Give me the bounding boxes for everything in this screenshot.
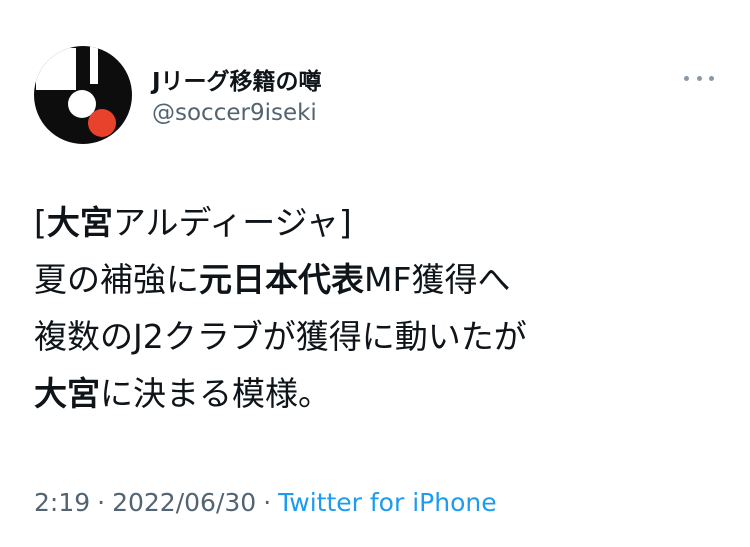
tweet-meta: 2:19 · 2022/06/30 · Twitter for iPhone xyxy=(34,488,497,517)
dot xyxy=(709,75,714,81)
tweet-line-1: [大宮アルディージャ] xyxy=(34,194,724,251)
separator: · xyxy=(263,488,272,517)
dot xyxy=(696,75,702,81)
text-span: MF獲得へ xyxy=(364,260,511,299)
separator: · xyxy=(97,488,106,517)
tweet-line-2: 夏の補強に元日本代表MF獲得へ xyxy=(34,251,724,308)
tweet-text: [大宮アルディージャ] 夏の補強に元日本代表MF獲得へ 複数のJ2クラブが獲得に… xyxy=(34,194,724,422)
bold-text: 大宮 xyxy=(34,374,100,413)
more-options-icon[interactable] xyxy=(684,70,714,86)
bold-text: 元日本代表 xyxy=(199,260,364,299)
text-span: に決まる模様。 xyxy=(100,374,331,413)
text-span: 夏の補強に xyxy=(34,260,199,299)
avatar[interactable] xyxy=(34,46,132,144)
tweet-card: Jリーグ移籍の噂 @soccer9iseki [大宮アルディージャ] 夏の補強に… xyxy=(0,0,750,547)
display-name[interactable]: Jリーグ移籍の噂 xyxy=(152,62,322,96)
bracket: [ xyxy=(34,203,47,242)
tweet-date[interactable]: 2022/06/30 xyxy=(112,488,256,517)
dot xyxy=(684,75,689,81)
user-handle[interactable]: @soccer9iseki xyxy=(152,100,317,126)
tweet-line-4: 大宮に決まる模様。 xyxy=(34,365,724,422)
tweet-time[interactable]: 2:19 xyxy=(34,488,90,517)
avatar-logo-icon xyxy=(34,46,132,144)
tweet-line-3: 複数のJ2クラブが獲得に動いたが xyxy=(34,317,527,356)
text-span: アルディージャ] xyxy=(112,203,352,242)
bold-text: 大宮 xyxy=(46,203,113,242)
tweet-source-link[interactable]: Twitter for iPhone xyxy=(278,488,496,517)
